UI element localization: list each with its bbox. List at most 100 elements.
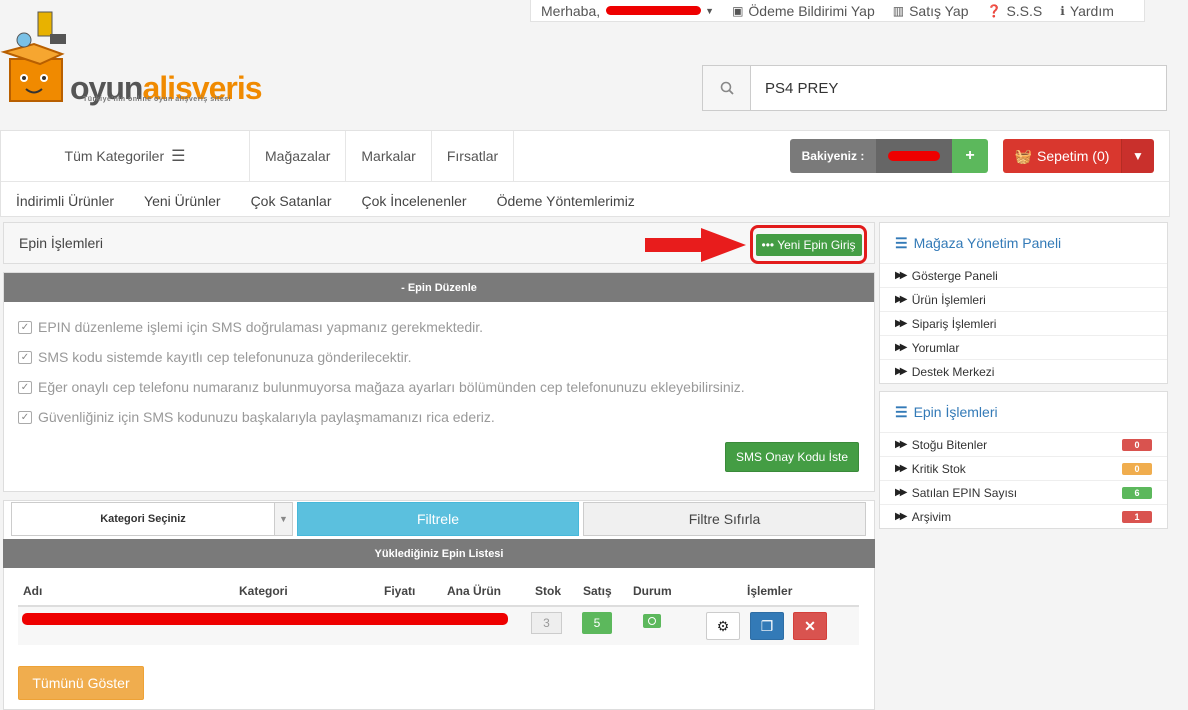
store-management-panel: ☰ Mağaza Yönetim Paneli ▶▶ Gösterge Pane… bbox=[879, 222, 1168, 384]
nav-most-viewed[interactable]: Çok İncelenenler bbox=[362, 193, 467, 209]
close-icon: ✕ bbox=[804, 617, 816, 634]
col-header-status: Durum bbox=[633, 584, 672, 598]
faq-label: S.S.S bbox=[1006, 2, 1043, 19]
balance-label: Bakiyeniz : bbox=[790, 139, 876, 173]
nav-payment-methods[interactable]: Ödeme Yöntemlerimiz bbox=[497, 193, 635, 209]
reset-filter-button[interactable]: Filtre Sıfırla bbox=[583, 502, 866, 536]
note-text: Eğer onaylı cep telefonu numaranız bulun… bbox=[38, 379, 745, 395]
hamburger-icon: ☰ bbox=[171, 148, 186, 165]
epin-edit-title: - Epin Düzenle bbox=[4, 273, 874, 302]
forward-icon: ▶▶ bbox=[895, 294, 908, 305]
epin-section-title: Epin İşlemleri bbox=[19, 235, 104, 251]
chevron-down-icon: ▼ bbox=[1132, 149, 1144, 163]
logo-box-icon bbox=[0, 11, 66, 102]
col-header-category: Kategori bbox=[239, 584, 288, 598]
sidebar-item-out-of-stock[interactable]: ▶▶ Stoğu Bitenler 0 bbox=[880, 432, 1167, 456]
delete-button[interactable]: ✕ bbox=[793, 612, 827, 640]
count-badge: 0 bbox=[1122, 439, 1152, 451]
payment-notice-link[interactable]: ▣ Ödeme Bildirimi Yap bbox=[732, 3, 875, 19]
sidebar-item-label: Sipariş İşlemleri bbox=[911, 316, 997, 331]
sidebar-item-reviews[interactable]: ▶▶ Yorumlar bbox=[880, 335, 1167, 359]
col-header-main-product: Ana Ürün bbox=[447, 584, 501, 598]
all-categories-button[interactable]: Tüm Kategoriler ☰ bbox=[1, 131, 250, 181]
category-select[interactable]: Kategori Seçiniz ▼ bbox=[11, 502, 293, 536]
note-text: EPIN düzenleme işlemi için SMS doğrulama… bbox=[38, 319, 484, 335]
col-header-stock: Stok bbox=[535, 584, 562, 598]
balance-amount bbox=[876, 139, 952, 173]
forward-icon: ▶▶ bbox=[895, 366, 908, 377]
forward-icon: ▶▶ bbox=[895, 487, 908, 498]
epin-list-title: Yüklediğiniz Epin Listesi bbox=[3, 539, 875, 568]
status-active-icon bbox=[643, 614, 661, 628]
copy-icon: ❐ bbox=[760, 617, 774, 634]
epin-panel-header: ☰ Epin İşlemleri bbox=[880, 392, 1167, 432]
redacted-username bbox=[606, 6, 702, 15]
forward-icon: ▶▶ bbox=[895, 511, 908, 522]
sidebar-item-orders[interactable]: ▶▶ Sipariş İşlemleri bbox=[880, 311, 1167, 335]
checkbox-icon: ✓ bbox=[18, 320, 32, 334]
user-menu[interactable]: Merhaba, ▼ bbox=[541, 3, 714, 19]
nav-deals[interactable]: Fırsatlar bbox=[432, 131, 515, 181]
sms-code-button[interactable]: SMS Onay Kodu İste bbox=[725, 442, 859, 472]
col-header-price: Fiyatı bbox=[384, 584, 416, 598]
col-header-actions: İşlemler bbox=[747, 584, 793, 598]
nav-brands[interactable]: Markalar bbox=[346, 131, 432, 181]
sidebar-item-products[interactable]: ▶▶ Ürün İşlemleri bbox=[880, 287, 1167, 311]
help-label: Yardım bbox=[1069, 2, 1114, 19]
show-all-button[interactable]: Tümünü Göster bbox=[18, 666, 144, 700]
red-arrow-annotation bbox=[645, 228, 746, 262]
settings-button[interactable]: ⚙ bbox=[706, 612, 740, 640]
basket-icon: 🧺 bbox=[1014, 147, 1033, 164]
store-panel-header: ☰ Mağaza Yönetim Paneli bbox=[880, 223, 1167, 263]
help-link[interactable]: ℹ Yardım bbox=[1060, 3, 1114, 19]
sidebar-item-archive[interactable]: ▶▶ Arşivim 1 bbox=[880, 504, 1167, 528]
nav-new-products[interactable]: Yeni Ürünler bbox=[144, 193, 221, 209]
cart-button[interactable]: 🧺 Sepetim (0) bbox=[1003, 139, 1122, 173]
nav-discounted[interactable]: İndirimli Ürünler bbox=[16, 193, 114, 209]
all-categories-label: Tüm Kategoriler bbox=[64, 148, 165, 164]
search-input[interactable]: PS4 PREY bbox=[751, 66, 1166, 110]
cart-dropdown-toggle[interactable]: ▼ bbox=[1122, 139, 1154, 173]
row-sales-badge: 5 bbox=[582, 612, 612, 634]
new-epin-highlight: ••• Yeni Epin Giriş bbox=[750, 225, 867, 264]
nav-stores[interactable]: Mağazalar bbox=[250, 131, 347, 181]
caret-down-icon: ▼ bbox=[705, 5, 715, 16]
epin-operations-panel: ☰ Epin İşlemleri ▶▶ Stoğu Bitenler 0 ▶▶ K… bbox=[879, 391, 1168, 529]
main-nav: Tüm Kategoriler ☰ Mağazalar Markalar Fır… bbox=[0, 130, 1170, 217]
list-icon: ☰ bbox=[895, 403, 908, 420]
count-badge: 0 bbox=[1122, 463, 1152, 475]
sell-link[interactable]: ▥ Satış Yap bbox=[893, 3, 969, 19]
sidebar-item-dashboard[interactable]: ▶▶ Gösterge Paneli bbox=[880, 263, 1167, 287]
copy-button[interactable]: ❐ bbox=[750, 612, 784, 640]
add-balance-button[interactable]: + bbox=[952, 139, 988, 173]
filter-button[interactable]: Filtrele bbox=[297, 502, 579, 536]
info-icon: ℹ bbox=[1060, 3, 1065, 18]
faq-link[interactable]: ❓ S.S.S bbox=[987, 3, 1043, 19]
sidebar-item-support[interactable]: ▶▶ Destek Merkezi bbox=[880, 359, 1167, 383]
sidebar-item-label: Kritik Stok bbox=[911, 461, 966, 476]
sidebar-item-sold-epin[interactable]: ▶▶ Satılan EPIN Sayısı 6 bbox=[880, 480, 1167, 504]
store-panel-title: Mağaza Yönetim Paneli bbox=[913, 235, 1062, 251]
note-item: ✓ SMS kodu sistemde kayıtlı cep telefonun… bbox=[18, 342, 874, 372]
category-select-value: Kategori Seçiniz bbox=[100, 513, 186, 525]
checkbox-icon: ✓ bbox=[18, 410, 32, 424]
greeting-text: Merhaba, bbox=[541, 2, 601, 19]
col-header-name: Adı bbox=[23, 584, 43, 598]
forward-icon: ▶▶ bbox=[895, 439, 908, 450]
new-epin-label: Yeni Epin Giriş bbox=[777, 237, 856, 252]
search-button[interactable] bbox=[703, 66, 751, 110]
sidebar-item-label: Stoğu Bitenler bbox=[911, 437, 988, 452]
col-header-sales: Satış bbox=[583, 584, 612, 598]
forward-icon: ▶▶ bbox=[895, 342, 908, 353]
sidebar-item-critical-stock[interactable]: ▶▶ Kritik Stok 0 bbox=[880, 456, 1167, 480]
nav-best-sellers[interactable]: Çok Satanlar bbox=[251, 193, 332, 209]
balance-widget: Bakiyeniz : + bbox=[790, 139, 988, 173]
new-epin-button[interactable]: ••• Yeni Epin Giriş bbox=[755, 233, 862, 256]
note-text: SMS kodu sistemde kayıtlı cep telefonunu… bbox=[38, 349, 412, 365]
list-icon: ☰ bbox=[895, 234, 908, 251]
row-stock-badge: 3 bbox=[531, 612, 562, 634]
note-item: ✓ Güvenliğiniz için SMS kodunuzu başkalar… bbox=[18, 402, 874, 432]
search-bar: PS4 PREY bbox=[702, 65, 1167, 111]
ellipsis-icon: ••• bbox=[761, 237, 775, 252]
sidebar-item-label: Yorumlar bbox=[911, 340, 960, 355]
